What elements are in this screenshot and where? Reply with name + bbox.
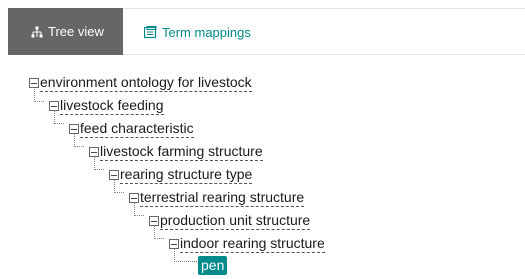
tree-node: indoor rearing structure [169, 233, 325, 255]
tree-node-label[interactable]: livestock farming structure [100, 143, 263, 161]
collapse-toggle-icon[interactable] [49, 101, 59, 111]
collapse-toggle-icon[interactable] [69, 124, 79, 134]
collapse-toggle-icon[interactable] [29, 78, 39, 88]
collapse-toggle-icon[interactable] [89, 147, 99, 157]
tree-node-label[interactable]: indoor rearing structure [180, 235, 325, 253]
tree-node-label[interactable]: terrestrial rearing structure [140, 189, 305, 207]
tree-node-label[interactable]: production unit structure [160, 212, 311, 230]
tree-node: livestock farming structure [89, 141, 263, 163]
tree-node: environment ontology for livestock [29, 72, 252, 94]
tree-node: rearing structure type [109, 164, 253, 186]
tree-node-label[interactable]: rearing structure type [120, 166, 253, 184]
collapse-toggle-icon[interactable] [169, 239, 179, 249]
tree-node-selected: pen [198, 254, 228, 276]
ontology-tree: environment ontology for livestock lives… [0, 0, 525, 279]
tree-node-label[interactable]: livestock feeding [60, 97, 164, 115]
tree-node: livestock feeding [49, 95, 164, 117]
selected-term-badge[interactable]: pen [198, 255, 228, 275]
collapse-toggle-icon[interactable] [109, 170, 119, 180]
collapse-toggle-icon[interactable] [129, 193, 139, 203]
tree-node: feed characteristic [69, 118, 194, 140]
tree-node-label[interactable]: environment ontology for livestock [40, 74, 252, 92]
tree-node: production unit structure [149, 210, 311, 232]
collapse-toggle-icon[interactable] [149, 216, 159, 226]
tree-node-label[interactable]: feed characteristic [80, 120, 194, 138]
tree-node: terrestrial rearing structure [129, 187, 305, 209]
